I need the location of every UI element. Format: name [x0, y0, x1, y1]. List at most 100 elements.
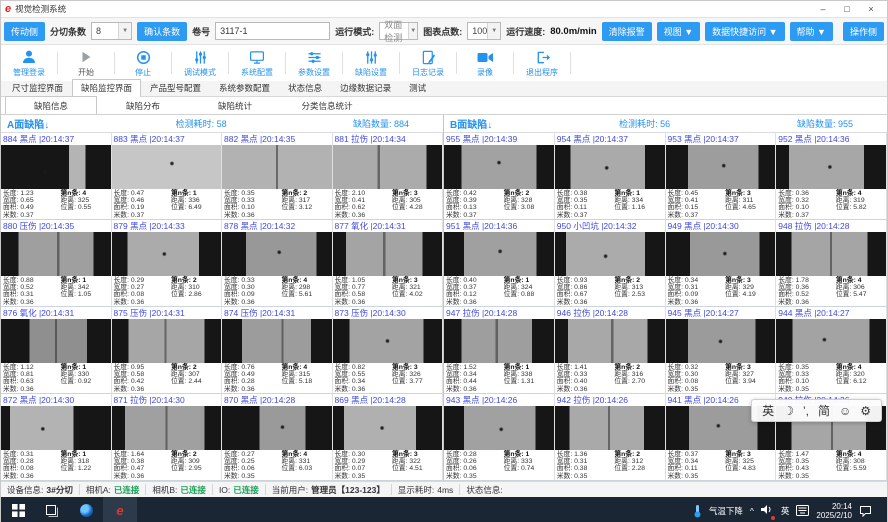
- close-button[interactable]: ×: [859, 4, 883, 14]
- data-quick-access-button[interactable]: 数据快捷访问 ▼: [705, 22, 784, 41]
- defect-image[interactable]: [333, 406, 443, 450]
- run-mode-select[interactable]: 双面检测▼: [379, 22, 418, 40]
- defect-card[interactable]: 879 黑点 |20:14:33 长度: 0.29 宽度: 0.27 面积: 0…: [112, 220, 223, 307]
- main-tab-5[interactable]: 边缘数据记录: [331, 79, 400, 96]
- defect-card[interactable]: 950 小凹坑 |20:14:32 长度: 0.93 宽度: 0.86 面积: …: [555, 220, 666, 307]
- sub-tab-2[interactable]: 缺陷统计: [189, 97, 281, 114]
- action-tune-button[interactable]: 调试模式: [174, 46, 226, 80]
- ime-language-indicator[interactable]: 英: [781, 505, 790, 517]
- main-tab-3[interactable]: 系统参数配置: [210, 79, 279, 96]
- main-tab-0[interactable]: 尺寸监控界面: [3, 79, 72, 96]
- defect-card[interactable]: 944 黑点 |20:14:27 长度: 0.35 宽度: 0.33 面积: 0…: [776, 307, 887, 394]
- defect-image[interactable]: [444, 319, 554, 363]
- ime-emoji-icon[interactable]: ☺: [839, 405, 851, 417]
- taskbar-clock[interactable]: 20:14 2025/2/10: [816, 502, 852, 520]
- volume-icon[interactable]: [761, 502, 774, 520]
- defect-card[interactable]: 878 黑点 |20:14:32 长度: 0.33 宽度: 0.30 面积: 0…: [222, 220, 333, 307]
- defect-image[interactable]: [555, 145, 665, 189]
- ime-fullhalf-moon-icon[interactable]: ☽: [783, 405, 794, 417]
- defect-card[interactable]: 874 压伤 |20:14:31 长度: 0.76 宽度: 0.49 面积: 0…: [222, 307, 333, 394]
- defect-image[interactable]: [555, 232, 665, 276]
- defect-card[interactable]: 873 压伤 |20:14:30 长度: 0.82 宽度: 0.55 面积: 0…: [333, 307, 444, 394]
- defect-image[interactable]: [222, 145, 332, 189]
- ime-settings-gear-icon[interactable]: ⚙: [860, 405, 871, 417]
- help-menu-button[interactable]: 帮助 ▼: [790, 22, 833, 41]
- defect-image[interactable]: [222, 232, 332, 276]
- defect-card[interactable]: 884 黑点 |20:14:37 长度: 1.23 宽度: 0.65 面积: 0…: [1, 133, 112, 220]
- defect-image[interactable]: [555, 319, 665, 363]
- sub-tab-1[interactable]: 缺陷分布: [97, 97, 189, 114]
- defect-image[interactable]: [112, 406, 222, 450]
- view-menu-button[interactable]: 视图 ▼: [657, 22, 700, 41]
- start-button[interactable]: [1, 497, 35, 522]
- defect-card[interactable]: 947 拉伤 |20:14:28 长度: 1.52 宽度: 0.34 面积: 0…: [444, 307, 555, 394]
- sub-tab-0[interactable]: 缺陷信息: [5, 96, 97, 115]
- defect-image[interactable]: [222, 406, 332, 450]
- defect-card[interactable]: 945 黑点 |20:14:27 长度: 0.32 宽度: 0.30 面积: 0…: [666, 307, 777, 394]
- ime-punctuation[interactable]: ’,: [803, 405, 809, 417]
- defect-image[interactable]: [666, 319, 776, 363]
- defect-card[interactable]: 943 黑点 |20:14:26 长度: 0.28 宽度: 0.26 面积: 0…: [444, 394, 555, 481]
- clear-alarm-button[interactable]: 清除报警: [602, 22, 652, 41]
- defect-card[interactable]: 877 氧化 |20:14:31 长度: 1.05 宽度: 0.77 面积: 0…: [333, 220, 444, 307]
- defect-image[interactable]: [1, 406, 111, 450]
- defect-image[interactable]: [776, 145, 886, 189]
- defect-image[interactable]: [222, 319, 332, 363]
- defect-card[interactable]: 951 黑点 |20:14:36 长度: 0.40 宽度: 0.37 面积: 0…: [444, 220, 555, 307]
- defect-card[interactable]: 869 黑点 |20:14:28 长度: 0.30 宽度: 0.29 面积: 0…: [333, 394, 444, 481]
- ime-simplified[interactable]: 简: [818, 405, 830, 417]
- defect-card[interactable]: 952 黑点 |20:14:36 长度: 0.36 宽度: 0.32 面积: 0…: [776, 133, 887, 220]
- action-camera-button[interactable]: 录像: [459, 46, 511, 80]
- defect-card[interactable]: 876 氧化 |20:14:31 长度: 1.12 宽度: 0.81 面积: 0…: [1, 307, 112, 394]
- defect-image[interactable]: [112, 232, 222, 276]
- defect-card[interactable]: 881 拉伤 |20:14:34 长度: 2.10 宽度: 0.41 面积: 0…: [333, 133, 444, 220]
- defect-image[interactable]: [666, 232, 776, 276]
- defect-card[interactable]: 870 黑点 |20:14:28 长度: 0.27 宽度: 0.25 面积: 0…: [222, 394, 333, 481]
- defect-card[interactable]: 871 拉伤 |20:14:30 长度: 1.64 宽度: 0.38 面积: 0…: [112, 394, 223, 481]
- defect-image[interactable]: [333, 232, 443, 276]
- action-slidersv-button[interactable]: 缺陷设置: [345, 46, 397, 80]
- action-exit-button[interactable]: 退出程序: [516, 46, 568, 80]
- strip-count-select[interactable]: 8▼: [91, 22, 132, 40]
- minimize-button[interactable]: –: [811, 4, 835, 14]
- task-view-button[interactable]: [35, 497, 69, 522]
- action-center-icon[interactable]: [859, 505, 872, 517]
- defect-image[interactable]: [333, 145, 443, 189]
- weather-text[interactable]: 气温下降: [709, 505, 743, 517]
- defect-card[interactable]: 946 拉伤 |20:14:28 长度: 1.41 宽度: 0.33 面积: 0…: [555, 307, 666, 394]
- defect-card[interactable]: 883 黑点 |20:14:37 长度: 0.47 宽度: 0.46 面积: 0…: [112, 133, 223, 220]
- action-log-button[interactable]: 日志记录: [402, 46, 454, 80]
- action-user-button[interactable]: 管理登录: [3, 46, 55, 80]
- defect-image[interactable]: [444, 145, 554, 189]
- sub-tab-3[interactable]: 分类信息统计: [281, 97, 373, 114]
- defect-image[interactable]: [444, 232, 554, 276]
- inspection-app-icon[interactable]: e: [103, 497, 137, 522]
- defect-card[interactable]: 955 黑点 |20:14:39 长度: 0.42 宽度: 0.39 面积: 0…: [444, 133, 555, 220]
- main-tab-6[interactable]: 测试: [400, 79, 435, 96]
- defect-image[interactable]: [1, 319, 111, 363]
- defect-image[interactable]: [666, 145, 776, 189]
- action-play-button[interactable]: 开始: [60, 46, 112, 80]
- panel-b-title[interactable]: B面缺陷↓: [450, 116, 492, 131]
- defect-image[interactable]: [776, 232, 886, 276]
- defect-image[interactable]: [444, 406, 554, 450]
- defect-card[interactable]: 942 拉伤 |20:14:26 长度: 1.36 宽度: 0.31 面积: 0…: [555, 394, 666, 481]
- defect-image[interactable]: [776, 319, 886, 363]
- panel-a-title[interactable]: A面缺陷↓: [7, 116, 49, 131]
- main-tab-2[interactable]: 产品型号配置: [141, 79, 210, 96]
- defect-image[interactable]: [112, 145, 222, 189]
- defect-image[interactable]: [112, 319, 222, 363]
- defect-image[interactable]: [1, 145, 111, 189]
- hidden-icons-chevron[interactable]: ^: [750, 506, 754, 516]
- defect-card[interactable]: 949 黑点 |20:14:30 长度: 0.34 宽度: 0.31 面积: 0…: [666, 220, 777, 307]
- chart-points-select[interactable]: 100▼: [467, 22, 501, 40]
- confirm-strips-button[interactable]: 确认条数: [137, 22, 187, 41]
- defect-card[interactable]: 872 黑点 |20:14:30 长度: 0.31 宽度: 0.28 面积: 0…: [1, 394, 112, 481]
- drive-side-button[interactable]: 传动侧: [4, 22, 45, 41]
- maximize-button[interactable]: □: [835, 4, 859, 14]
- browser-app-icon[interactable]: [69, 497, 103, 522]
- roll-number-input[interactable]: 3117-1: [215, 22, 330, 40]
- keyboard-icon[interactable]: [796, 505, 809, 516]
- defect-card[interactable]: 948 拉伤 |20:14:28 长度: 1.78 宽度: 0.36 面积: 0…: [776, 220, 887, 307]
- defect-card[interactable]: 882 黑点 |20:14:35 长度: 0.35 宽度: 0.33 面积: 0…: [222, 133, 333, 220]
